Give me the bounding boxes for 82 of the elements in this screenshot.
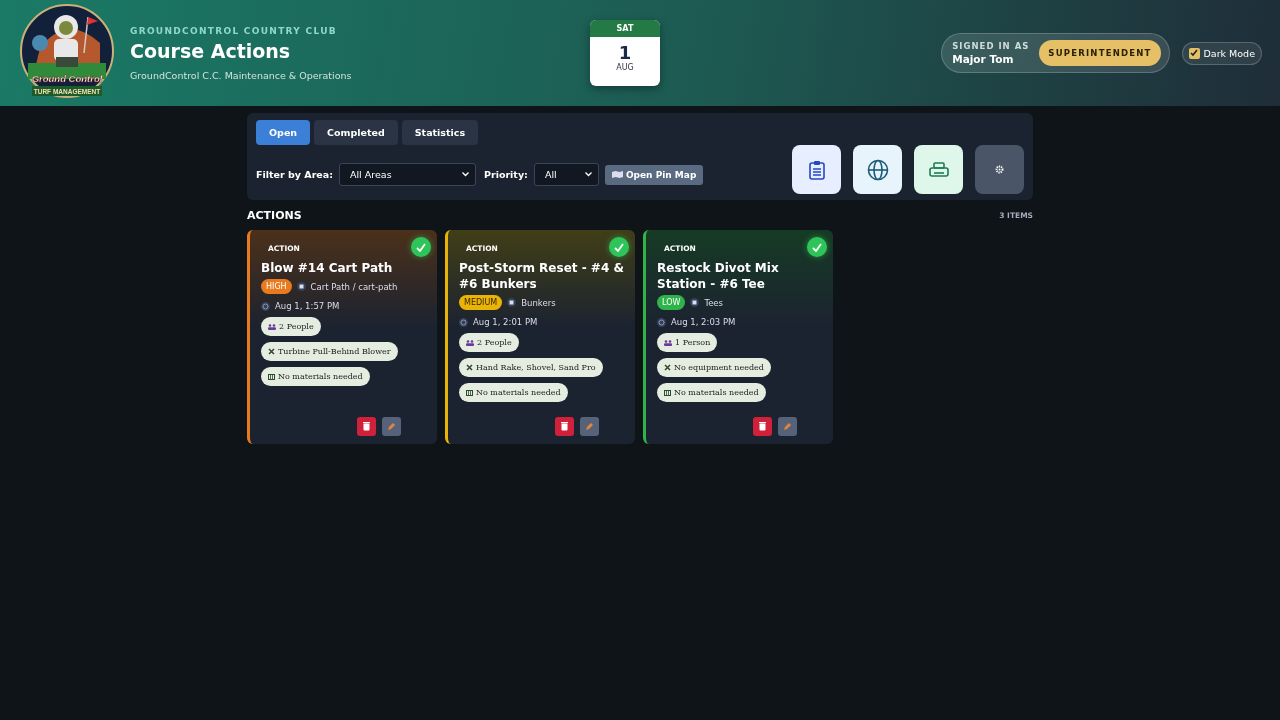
- bricks-icon: [664, 389, 671, 396]
- delete-button[interactable]: [753, 417, 772, 436]
- club-name: GROUNDCONTROL COUNTRY CLUB: [130, 25, 338, 36]
- card-title: Blow #14 Cart Path: [261, 260, 393, 276]
- clock-icon: [657, 317, 666, 327]
- bricks-icon: [466, 389, 473, 396]
- people-icon: [268, 323, 276, 330]
- tool-button[interactable]: [914, 145, 963, 194]
- area-icon: [507, 298, 517, 307]
- page-subtitle: GroundControl C.C. Maintenance & Operations: [130, 69, 353, 81]
- materials-chip: No materials needed: [261, 367, 370, 386]
- delete-button[interactable]: [555, 417, 574, 436]
- tab[interactable]: Open: [256, 120, 311, 145]
- checkbox[interactable]: [1188, 47, 1200, 59]
- equipment-chip: Hand Rake, Shovel, Sand Pro: [459, 358, 603, 377]
- page-title: Course Actions: [130, 39, 292, 62]
- check-icon: [614, 242, 624, 252]
- clock-icon: [459, 317, 468, 327]
- priority-badge: MEDIUM: [459, 295, 503, 310]
- time-label: Aug 1, 2:01 PM: [473, 317, 538, 327]
- caret-icon: [462, 172, 469, 177]
- dark-mode-toggle[interactable]: Dark Mode: [1181, 41, 1262, 65]
- priority-filter-label: Priority:: [484, 169, 528, 180]
- tab[interactable]: Completed: [314, 120, 398, 145]
- materials-chip: No materials needed: [459, 383, 568, 402]
- complete-button[interactable]: [609, 237, 629, 257]
- clock-icon: [261, 301, 270, 311]
- people-chip: 1 Person: [657, 333, 718, 352]
- settings-icon: [995, 165, 1004, 174]
- people-icon: [664, 339, 672, 346]
- day-number: 1: [618, 42, 632, 63]
- area-label: Tees: [704, 297, 724, 308]
- complete-button[interactable]: [411, 237, 431, 257]
- check-icon: [416, 242, 426, 252]
- priority-select[interactable]: All: [533, 163, 599, 186]
- people-chip: 2 People: [459, 333, 519, 352]
- trash-icon: [561, 422, 568, 431]
- pencil-icon: [387, 422, 396, 431]
- area-icon: [296, 282, 306, 291]
- equipment-chip: No equipment needed: [657, 358, 771, 377]
- complete-button[interactable]: [807, 237, 827, 257]
- card-title: Restock Divot Mix Station - #6 Tee: [657, 260, 780, 292]
- pencil-icon: [783, 422, 792, 431]
- delete-button[interactable]: [357, 417, 376, 436]
- materials-chip: No materials needed: [657, 383, 766, 402]
- role-badge: SUPERINTENDENT: [1039, 40, 1161, 66]
- signed-in-caption: SIGNED IN AS: [952, 41, 1030, 51]
- priority-badge: LOW: [657, 295, 686, 310]
- edit-button[interactable]: [382, 417, 401, 436]
- tool-button[interactable]: [853, 145, 902, 194]
- dark-mode-label: Dark Mode: [1203, 47, 1255, 59]
- card-title: Post-Storm Reset - #4 & #6 Bunkers: [459, 260, 625, 292]
- trash-icon: [759, 422, 766, 431]
- open-pin-map-button[interactable]: Open Pin Map: [604, 164, 704, 185]
- user-name: Major Tom: [952, 53, 1015, 65]
- time-label: Aug 1, 1:57 PM: [275, 301, 340, 311]
- tool-button[interactable]: [792, 145, 841, 194]
- tab[interactable]: Statistics: [401, 120, 479, 145]
- printer-icon: [928, 161, 949, 178]
- edit-button[interactable]: [580, 417, 599, 436]
- area-filter-label: Filter by Area:: [256, 169, 333, 180]
- people-icon: [466, 339, 474, 346]
- map-icon: [611, 171, 623, 178]
- trash-icon: [363, 422, 370, 431]
- priority-badge: HIGH: [261, 279, 292, 294]
- weekday-label: SAT: [590, 20, 660, 37]
- bricks-icon: [268, 373, 275, 380]
- area-select[interactable]: All Areas: [339, 163, 476, 186]
- area-icon: [690, 298, 700, 307]
- pencil-icon: [585, 422, 594, 431]
- clipboard-icon: [808, 159, 825, 180]
- section-title: ACTIONS: [247, 209, 302, 222]
- check-icon: [812, 242, 822, 252]
- month-label: AUG: [616, 63, 634, 72]
- area-label: Bunkers: [521, 297, 556, 308]
- caret-icon: [584, 172, 592, 177]
- equipment-chip: Turbine Pull-Behind Blower: [261, 342, 398, 361]
- people-chip: 2 People: [261, 317, 321, 336]
- edit-button[interactable]: [778, 417, 797, 436]
- globe-icon: [866, 158, 889, 181]
- area-label: Cart Path / cart-path: [310, 281, 398, 292]
- time-label: Aug 1, 2:03 PM: [671, 317, 736, 327]
